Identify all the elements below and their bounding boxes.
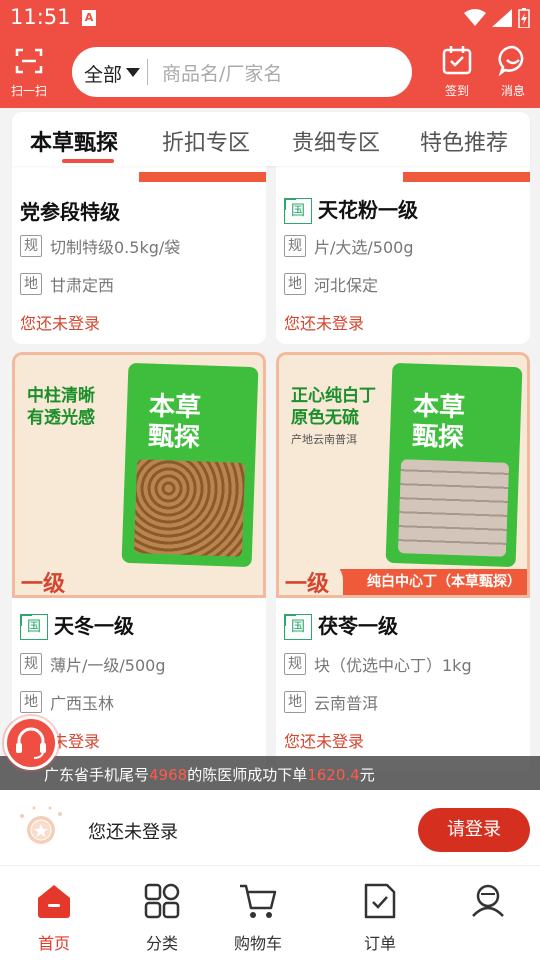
scan-button[interactable]: 扫一扫: [6, 46, 52, 99]
product-image: 正心纯白丁 原色无硫 产地云南普洱 本草 甄探 纯白中心丁（本草甄探） 一级: [276, 352, 530, 598]
scan-label: 扫一扫: [10, 84, 47, 98]
ticker-text: 广东省手机尾号4968的陈医师成功下单1620.4元: [44, 766, 375, 784]
product-name: 党参段特级: [20, 200, 120, 224]
product-card-dangshen[interactable]: 党参段特级 规切制特级0.5kg/袋 地甘肃定西 您还未登录: [12, 150, 266, 344]
image-slogan: 中柱清晰 有透光感: [27, 386, 95, 428]
login-hint[interactable]: 您还未登录: [284, 728, 364, 752]
signal-icon: [492, 9, 512, 27]
guo-badge: 国: [20, 614, 48, 640]
message-label: 消息: [500, 84, 525, 98]
customer-service-button[interactable]: [4, 716, 58, 770]
battery-icon: [518, 8, 530, 28]
product-card-tiandong[interactable]: 中柱清晰 有透光感 本草 甄探 一级 国天冬一级 规薄片/一级/500g 地广西玉林…: [12, 352, 266, 772]
login-hint[interactable]: 您还未登录: [284, 310, 364, 334]
message-icon: [498, 45, 524, 77]
product-origin: 地河北保定: [284, 272, 378, 296]
card-image-band: [139, 172, 266, 182]
wifi-icon: [464, 9, 486, 26]
product-origin: 地甘肃定西: [20, 272, 114, 296]
app-notification-icon: A: [82, 10, 96, 26]
bottom-nav: 首页 分类 购物车 订单: [0, 866, 540, 960]
checkin-label: 签到: [444, 84, 469, 98]
grade-label: 一级: [279, 560, 343, 595]
product-spec: 规片/大选/500g: [284, 234, 413, 258]
nav-cart[interactable]: 购物车: [218, 882, 298, 954]
tab-premium[interactable]: 贵细专区: [292, 125, 380, 157]
login-button[interactable]: 请登录: [418, 808, 530, 852]
product-name: 国茯苓一级: [284, 610, 398, 640]
card-image-band: [403, 172, 530, 182]
product-origin: 地云南普洱: [284, 690, 378, 714]
image-subtitle: 产地云南普洱: [291, 433, 357, 446]
bag-brand: 本草 甄探: [411, 391, 466, 454]
status-bar: 11:51 A: [0, 0, 540, 36]
login-hint[interactable]: 您还未登录: [20, 310, 100, 334]
tab-active-indicator: [62, 159, 114, 163]
product-origin: 地广西玉林: [20, 690, 114, 714]
product-image: 中柱清晰 有透光感 本草 甄探 一级: [12, 352, 266, 598]
chevron-down-icon: [126, 68, 140, 77]
cart-icon: [240, 884, 277, 918]
spec-tag: 规: [20, 235, 42, 257]
search-bar[interactable]: 全部 商品名/厂家名: [72, 47, 412, 97]
image-band-text: 纯白中心丁（本草甄探）: [367, 574, 521, 590]
search-input[interactable]: 商品名/厂家名: [162, 59, 282, 86]
home-icon: [38, 885, 70, 918]
origin-tag: 地: [284, 273, 306, 295]
bag-brand: 本草 甄探: [147, 391, 202, 454]
checkin-icon: [442, 46, 472, 75]
product-name: 国天冬一级: [20, 610, 134, 640]
category-tabs: 本草甄探 折扣专区 贵细专区 特色推荐: [12, 112, 530, 166]
nav-category[interactable]: 分类: [122, 882, 202, 954]
tab-bencao-zhentan[interactable]: 本草甄探: [30, 125, 118, 157]
scan-icon: [15, 48, 43, 74]
spec-tag: 规: [284, 653, 306, 675]
category-icon: [144, 883, 180, 919]
message-button[interactable]: 消息: [490, 44, 536, 99]
tab-featured[interactable]: 特色推荐: [420, 125, 508, 157]
product-card-tianhuafen[interactable]: 国天花粉一级 规片/大选/500g 地河北保定 您还未登录: [276, 150, 530, 344]
product-name: 国天花粉一级: [284, 194, 418, 224]
origin-tag: 地: [284, 691, 306, 713]
nav-orders-label: 订单: [363, 934, 396, 953]
nav-home-label: 首页: [37, 934, 70, 953]
search-divider: [147, 59, 148, 85]
status-time: 11:51: [10, 5, 71, 29]
bag-contents: [397, 459, 510, 557]
spec-tag: 规: [284, 235, 306, 257]
top-header: 扫一扫 全部 商品名/厂家名 签到 消息: [0, 36, 540, 108]
image-slogan: 正心纯白丁 原色无硫: [291, 386, 376, 428]
nav-profile[interactable]: [448, 882, 528, 930]
origin-tag: 地: [20, 691, 42, 713]
product-spec: 规薄片/一级/500g: [20, 652, 165, 676]
bag-contents: [133, 459, 246, 557]
guo-badge: 国: [284, 198, 312, 224]
system-icons: [464, 8, 530, 28]
profile-icon: [472, 884, 504, 917]
login-prompt-text: 您还未登录: [88, 822, 178, 843]
grade-label: 一级: [15, 560, 79, 595]
order-icon: [364, 883, 396, 919]
product-bag: 本草 甄探: [385, 362, 523, 568]
login-prompt-bar: 您还未登录 请登录: [0, 790, 540, 866]
nav-category-label: 分类: [145, 934, 178, 953]
order-ticker: 广东省手机尾号4968的陈医师成功下单1620.4元: [0, 756, 540, 790]
guo-badge: 国: [284, 614, 312, 640]
nav-orders[interactable]: 订单: [340, 882, 420, 954]
product-bag: 本草 甄探: [121, 362, 259, 568]
spec-tag: 规: [20, 653, 42, 675]
product-card-fuling[interactable]: 正心纯白丁 原色无硫 产地云南普洱 本草 甄探 纯白中心丁（本草甄探） 一级 国茯苓…: [276, 352, 530, 772]
nav-home[interactable]: 首页: [14, 882, 94, 954]
search-scope-dropdown[interactable]: 全部: [84, 60, 122, 87]
origin-tag: 地: [20, 273, 42, 295]
nav-cart-label: 购物车: [233, 934, 282, 953]
tab-discount[interactable]: 折扣专区: [162, 125, 250, 157]
headset-icon: [16, 727, 46, 759]
medal-icon: [20, 806, 62, 844]
checkin-button[interactable]: 签到: [434, 44, 480, 99]
product-spec: 规块（优选中心丁）1kg: [284, 652, 472, 676]
product-spec: 规切制特级0.5kg/袋: [20, 234, 180, 258]
